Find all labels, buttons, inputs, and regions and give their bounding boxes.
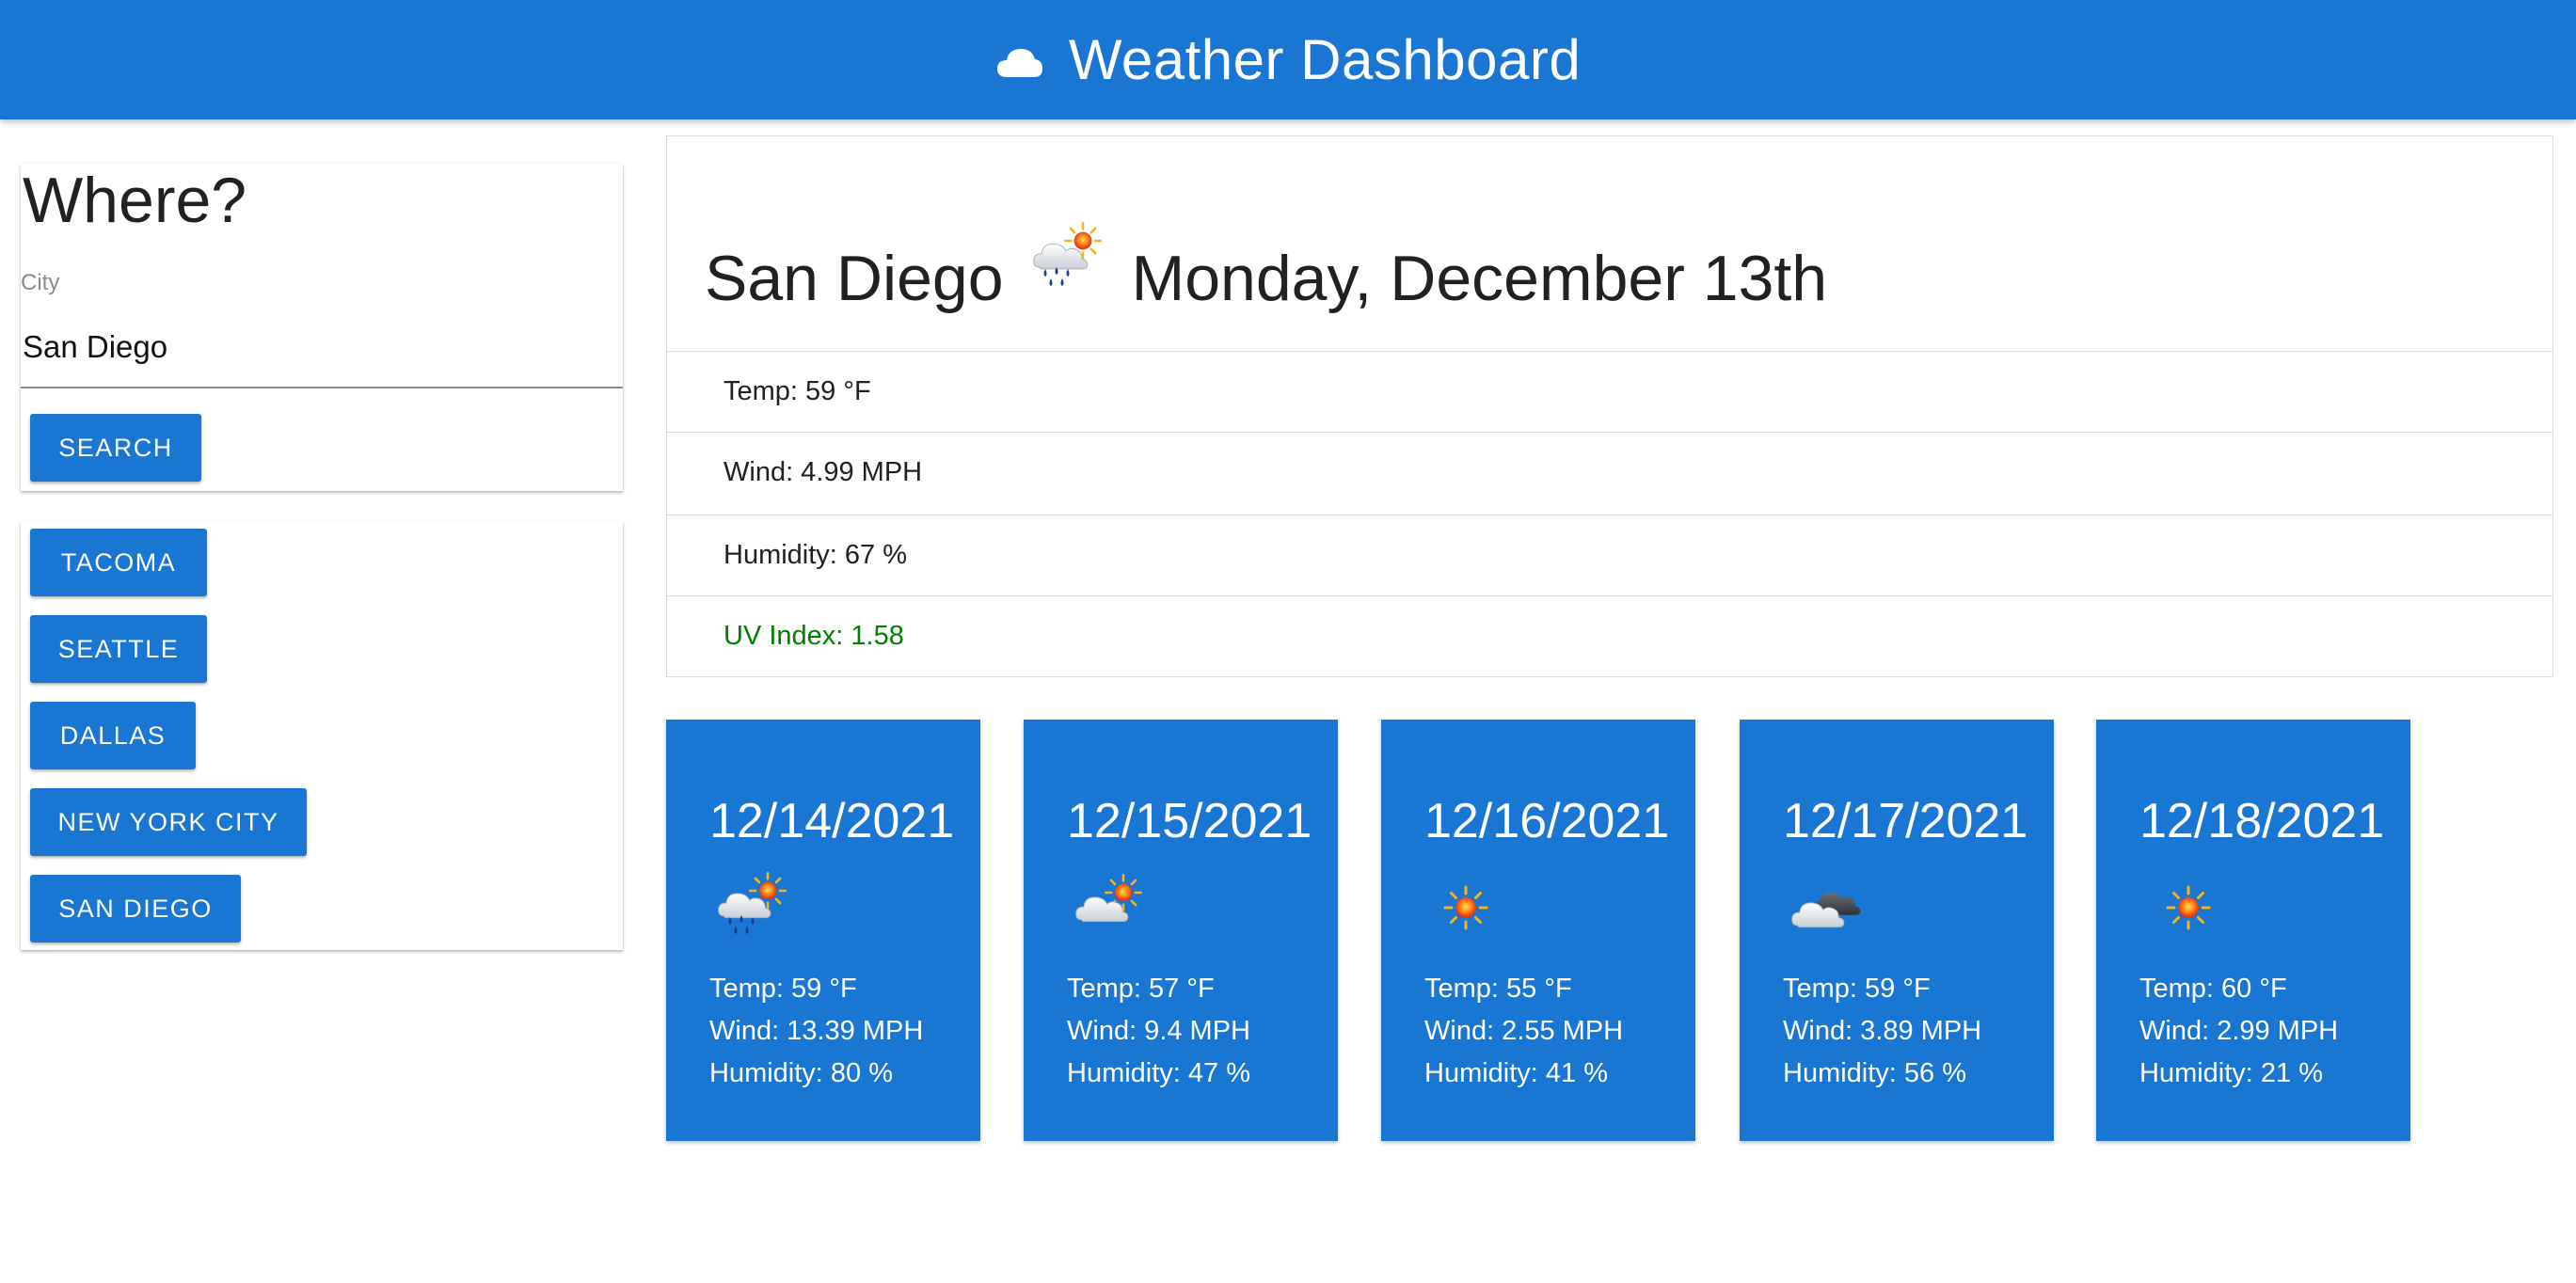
forecast-temp: Temp: 60 °F (2139, 974, 2287, 1004)
forecast-card: 12/17/2021 Temp: 59 °F Wind: 3.89 MPH Hu… (1740, 720, 2054, 1141)
app-title: Weather Dashboard (1068, 28, 1582, 91)
current-temp: Temp: 59 °F (667, 351, 2552, 432)
forecast-date: 12/17/2021 (1783, 794, 2028, 848)
forecast-humidity: Humidity: 21 % (2139, 1058, 2324, 1088)
cloud-sun-icon (1075, 874, 1142, 923)
history-button-dallas[interactable]: DALLAS (30, 702, 196, 769)
history-button-seattle[interactable]: SEATTLE (30, 615, 207, 683)
forecast-date: 12/14/2021 (709, 794, 955, 848)
rain-sun-icon (718, 872, 787, 934)
current-wind: Wind: 4.99 MPH (667, 432, 2552, 513)
current-uv-index: UV Index: 1.58 (667, 595, 2552, 676)
history-button-san-diego[interactable]: SAN DIEGO (30, 875, 241, 942)
forecast-wind: Wind: 2.55 MPH (1424, 1016, 1624, 1046)
history-button-new-york-city[interactable]: NEW YORK CITY (30, 788, 307, 856)
current-humidity: Humidity: 67 % (667, 515, 2552, 595)
forecast-temp: Temp: 59 °F (1783, 974, 1931, 1004)
current-city: San Diego (705, 243, 1004, 314)
forecast-card: 12/14/2021 Temp: 59 °F Wind: 13.39 MPH H… (666, 720, 980, 1141)
forecast-card: 12/15/2021 Temp: 57 °F Wind: 9.4 MPH Hum… (1024, 720, 1338, 1141)
forecast-wind: Wind: 2.99 MPH (2139, 1016, 2339, 1046)
forecast-date: 12/16/2021 (1424, 794, 1670, 848)
forecast-date: 12/18/2021 (2139, 794, 2385, 848)
city-input[interactable] (21, 308, 623, 388)
forecast-wind: Wind: 3.89 MPH (1783, 1016, 1982, 1046)
forecast-temp: Temp: 55 °F (1424, 974, 1572, 1004)
forecast-date: 12/15/2021 (1067, 794, 1312, 848)
forecast-temp: Temp: 59 °F (709, 974, 857, 1004)
history-button-tacoma[interactable]: TACOMA (30, 529, 207, 596)
search-heading: Where? (23, 165, 247, 236)
sun-icon (1443, 885, 1488, 930)
current-date: Monday, December 13th (1131, 243, 1828, 314)
forecast-humidity: Humidity: 41 % (1424, 1058, 1609, 1088)
forecast-temp: Temp: 57 °F (1067, 974, 1215, 1004)
sun-icon (2166, 885, 2211, 930)
forecast-humidity: Humidity: 80 % (709, 1058, 894, 1088)
city-label: City (21, 270, 60, 295)
cloud-icon (996, 48, 1042, 77)
forecast-card: 12/18/2021 Temp: 60 °F Wind: 2.99 MPH Hu… (2096, 720, 2410, 1141)
current-weather-header: San Diego Monday, December 13th (705, 208, 1827, 349)
cloudy-icon (1791, 892, 1861, 928)
forecast-wind: Wind: 9.4 MPH (1067, 1016, 1250, 1046)
search-button[interactable]: SEARCH (30, 414, 201, 482)
forecast-humidity: Humidity: 47 % (1067, 1058, 1251, 1088)
current-weather-card: San Diego Monday, December 13th Temp: 59… (666, 135, 2553, 677)
forecast-wind: Wind: 13.39 MPH (709, 1016, 924, 1046)
app-bar: Weather Dashboard (0, 0, 2576, 119)
rain-sun-icon (1032, 222, 1102, 286)
forecast-humidity: Humidity: 56 % (1783, 1058, 1967, 1088)
forecast-card: 12/16/2021 Temp: 55 °F Wind: 2.55 MPH Hu… (1381, 720, 1695, 1141)
